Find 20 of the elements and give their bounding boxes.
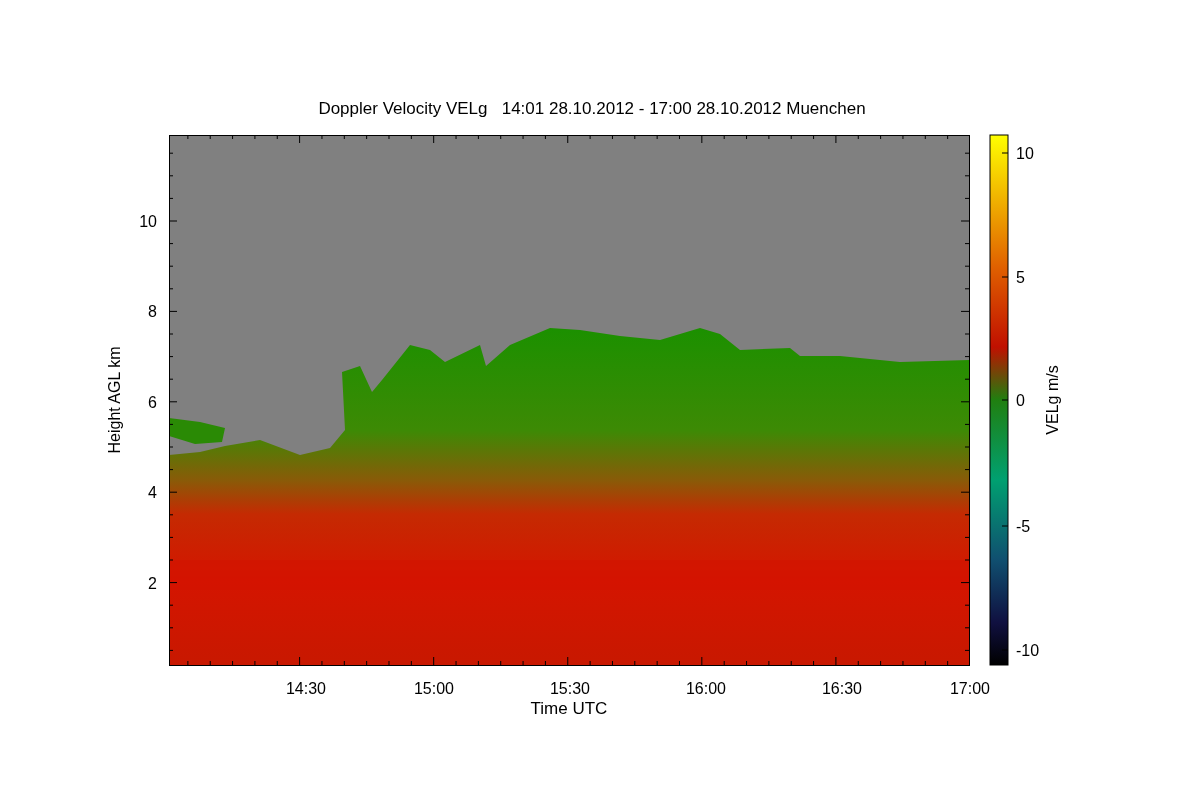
colorbar-label: VELg m/s: [1044, 365, 1061, 435]
colorbar-tick-label: -5: [1016, 518, 1031, 535]
x-tick-label: 16:00: [686, 680, 726, 697]
x-tick-label: 15:30: [550, 680, 590, 697]
x-tick-label: 15:00: [414, 680, 454, 697]
colorbar-tick-label: 10: [1016, 145, 1034, 162]
y-tick-label: 6: [148, 393, 157, 411]
x-tick-label: 14:30: [286, 680, 326, 697]
x-axis-label: Time UTC: [530, 699, 608, 718]
y-axis-label: Height AGL km: [106, 346, 123, 454]
x-tick-label: 16:30: [822, 680, 862, 697]
y-tick-label: 2: [148, 574, 157, 592]
x-tick-label: 17:00: [950, 680, 990, 697]
colorbar-tick-label: 0: [1016, 392, 1025, 409]
chart-title: Doppler Velocity VELg 14:01 28.10.2012 - 17:00 28.10.2012 Muenchen: [318, 99, 866, 118]
colorbar-tick-label: -10: [1016, 642, 1040, 659]
y-tick-label: 10: [139, 213, 157, 230]
colorbar-tick-label: 5: [1016, 269, 1025, 286]
y-tick-label: 4: [148, 484, 157, 502]
y-tick-label: 8: [148, 303, 157, 321]
